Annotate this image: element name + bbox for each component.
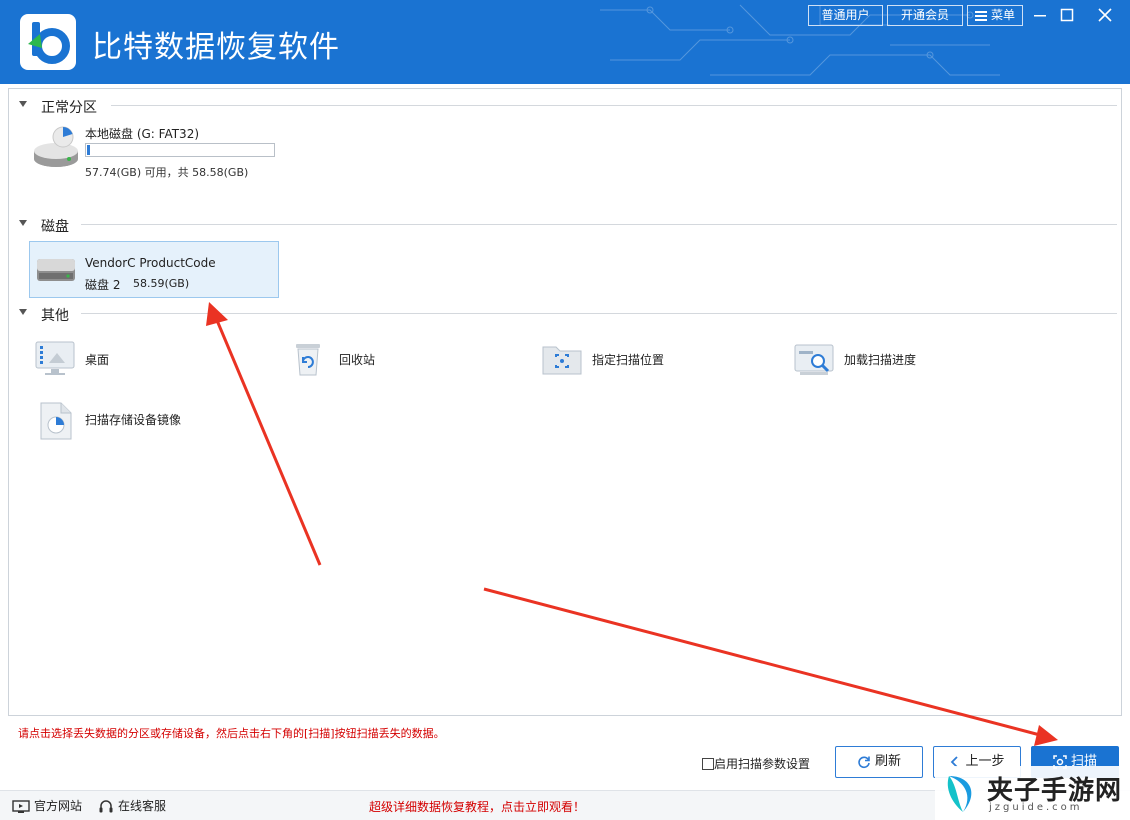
watermark: 夹子手游网 jzguide.com [935,766,1130,820]
app-title: 比特数据恢复软件 [92,30,340,65]
refresh-label: 刷新 [874,754,901,769]
menu-icon [974,10,987,21]
partition-name: 本地磁盘 (G: FAT32) [85,127,200,141]
group-divider [111,105,1117,106]
online-support-label: 在线客服 [118,799,167,813]
tutorial-promo-link[interactable]: 超级详细数据恢复教程，点击立即观看！ [369,798,585,815]
maximize-icon[interactable] [1056,4,1078,26]
group-disk[interactable]: 磁盘 [9,214,1121,235]
watermark-sub: jzguide.com [989,802,1083,813]
folder-scan-icon [542,346,582,375]
group-other[interactable]: 其他 [9,303,1121,324]
disk-name: VendorC ProductCode [85,256,216,270]
disk-image-icon [40,402,72,440]
partition-space: 57.74(GB) 可用，共 58.58(GB) [85,166,249,179]
other-item-label: 指定扫描位置 [592,353,665,367]
headset-icon [99,799,113,812]
monitor-icon [12,799,30,813]
partition-usage-fill [87,145,90,155]
group-divider [81,313,1117,314]
desktop-icon [35,341,75,375]
collapse-triangle-icon[interactable] [19,220,27,226]
minimize-icon[interactable] [1029,4,1051,26]
online-support-link[interactable]: 在线客服 [98,797,166,815]
recycle-bin-icon [296,344,320,376]
disk-label: 磁盘 2 [85,278,121,292]
official-website-link[interactable]: 官方网站 [12,797,82,814]
hard-disk-icon [37,259,75,281]
menu-button[interactable]: 菜单 [967,5,1023,26]
partition-usage-bar [85,143,275,157]
group-title: 磁盘 [41,219,69,235]
scan-params-label: 启用扫描参数设置 [714,757,811,771]
user-type-button[interactable]: 普通用户 [808,5,883,26]
open-vip-button[interactable]: 开通会员 [887,5,963,26]
other-item-specify-location[interactable]: 指定扫描位置 [540,339,740,379]
usb-drive-icon [34,126,78,167]
app-logo [20,14,76,70]
watermark-logo [947,776,972,812]
disk-item-vendorc[interactable]: VendorC ProductCode 磁盘 2 58.59(GB) [29,241,279,298]
official-website-label: 官方网站 [34,799,83,813]
group-normal-partition[interactable]: 正常分区 [9,95,1121,116]
other-item-recycle-bin[interactable]: 回收站 [287,339,487,379]
checkbox-box[interactable] [702,757,714,770]
collapse-triangle-icon[interactable] [19,309,27,315]
menu-button-label: 菜单 [990,8,1015,22]
other-item-label: 扫描存储设备镜像 [85,413,182,427]
other-item-label: 桌面 [85,353,110,367]
group-divider [81,224,1117,225]
group-title: 正常分区 [41,100,97,116]
refresh-button[interactable]: 刷新 [835,746,923,778]
other-item-disk-image[interactable]: 扫描存储设备镜像 [33,399,253,440]
device-list-panel: 正常分区 本地磁盘 (G: FAT32) 57.74(GB) 可用，共 58.5… [8,88,1122,716]
disk-size: 58.59(GB) [133,277,190,290]
title-bar: 比特数据恢复软件 普通用户 开通会员 菜单 [0,0,1130,84]
other-item-desktop[interactable]: 桌面 [33,339,233,379]
other-item-label: 回收站 [339,353,376,367]
collapse-triangle-icon[interactable] [19,101,27,107]
load-progress-icon [794,344,834,375]
refresh-icon [858,755,870,768]
other-item-load-progress[interactable]: 加载扫描进度 [792,339,992,379]
close-icon[interactable] [1094,4,1116,26]
group-title: 其他 [41,308,69,324]
instruction-hint: 请点击选择丢失数据的分区或存储设备，然后点击右下角的[扫描]按钮扫描丢失的数据。 [18,727,445,740]
partition-item-g[interactable]: 本地磁盘 (G: FAT32) 57.74(GB) 可用，共 58.58(GB) [29,119,289,179]
scan-params-checkbox[interactable]: 启用扫描参数设置 [702,755,810,771]
other-item-label: 加载扫描进度 [844,353,917,367]
